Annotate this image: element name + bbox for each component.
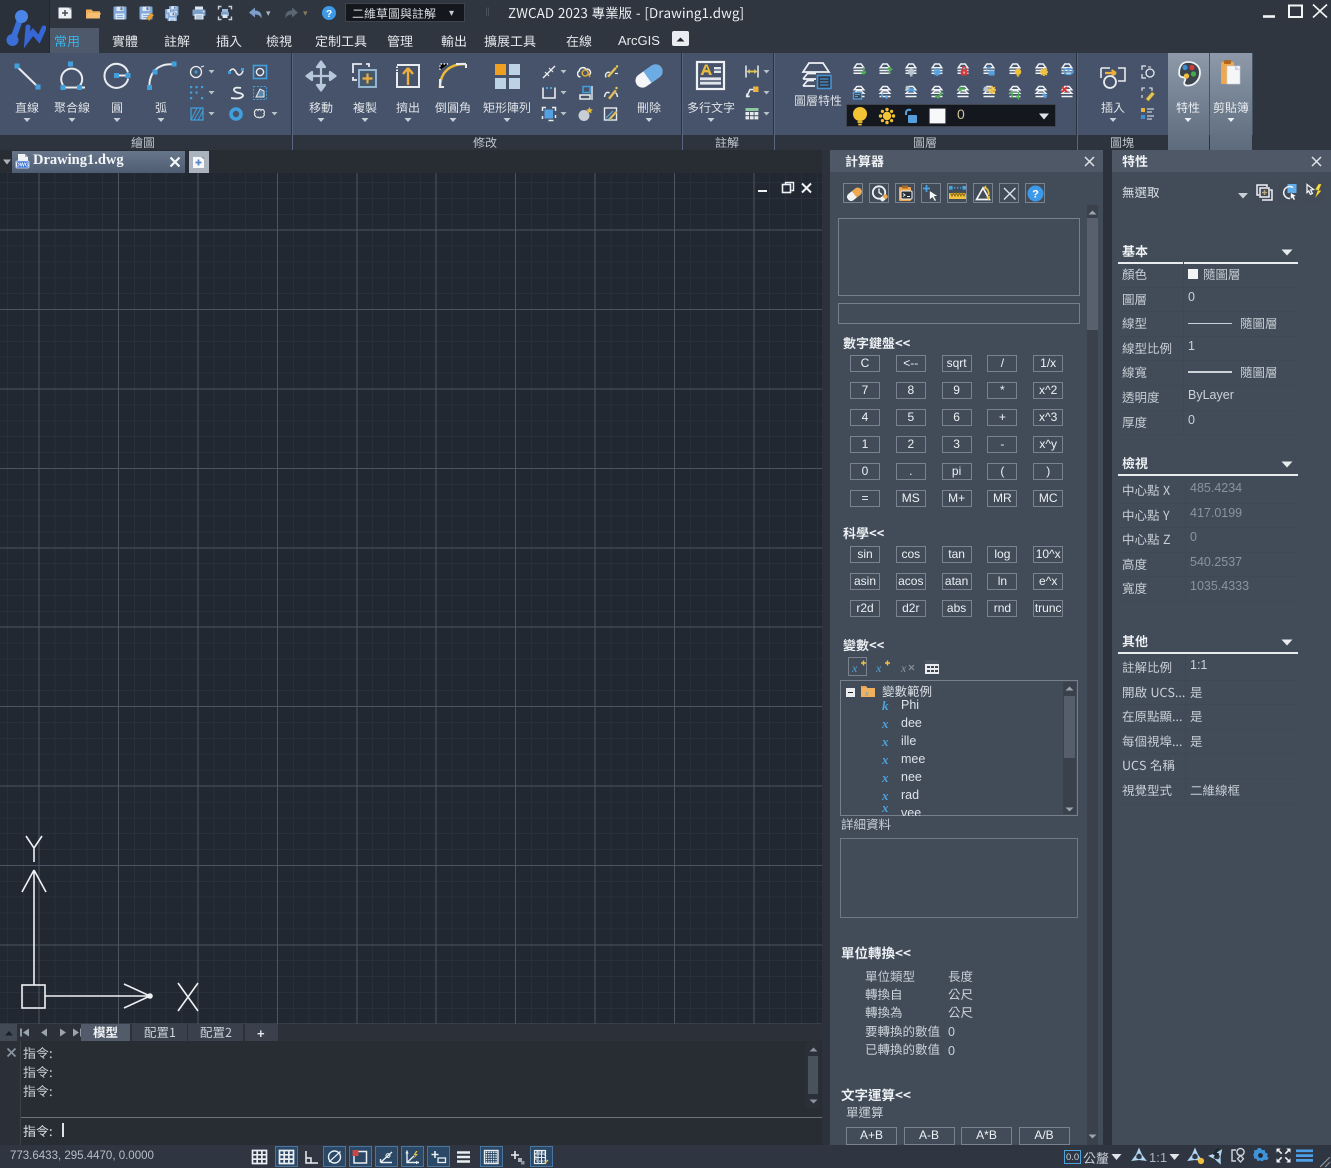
svg-text:x: x (851, 661, 858, 675)
svg-text:DWG: DWG (16, 163, 29, 169)
svg-text:x: x (875, 661, 882, 675)
svg-text:?: ? (1032, 189, 1039, 201)
svg-text:?: ? (326, 9, 332, 20)
svg-text:x: x (864, 689, 869, 698)
svg-text:x: x (900, 661, 907, 675)
